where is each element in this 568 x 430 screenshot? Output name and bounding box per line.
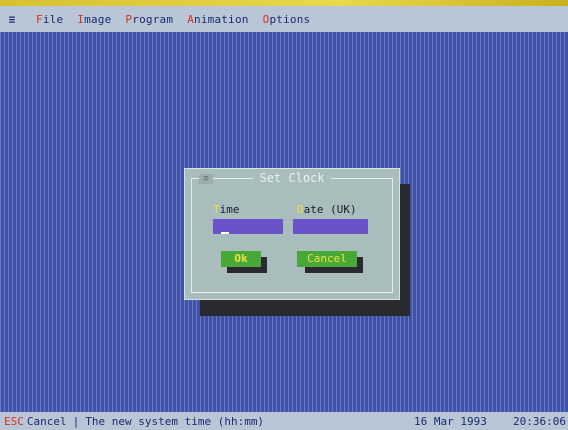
menu-animation-hotkey: A <box>187 12 195 26</box>
system-menu-icon[interactable]: ≡ <box>2 13 22 26</box>
menu-file-label: ile <box>42 12 64 26</box>
text-cursor <box>221 232 229 234</box>
dialog-title-row: ≡ Set Clock <box>185 171 399 185</box>
dialog-close-icon[interactable]: ≡ <box>199 174 213 184</box>
time-label: Time <box>213 203 240 216</box>
status-date: 16 Mar 1993 <box>414 414 487 428</box>
menu-bar: ≡ File Image Program Animation Options <box>0 6 568 32</box>
ok-button[interactable]: Ok <box>221 251 261 267</box>
menu-file[interactable]: File <box>36 13 63 26</box>
esc-key-hint[interactable]: ESC <box>4 415 24 428</box>
menu-options-label: ptions <box>269 12 311 26</box>
date-label: Date (UK) <box>297 203 357 216</box>
dialog-title: Set Clock <box>253 171 331 185</box>
date-label-hotkey: D <box>297 203 304 216</box>
menu-image-label: mage <box>84 12 112 26</box>
status-message: The new system time (hh:mm) <box>85 414 265 428</box>
date-input[interactable] <box>293 219 368 234</box>
status-separator: | <box>72 414 80 428</box>
date-label-text: ate (UK) <box>303 203 357 216</box>
menu-file-hotkey: F <box>36 12 43 26</box>
time-label-hotkey: T <box>213 203 220 216</box>
set-clock-dialog: ≡ Set Clock Time Date (UK) Ok Cancel <box>184 168 400 300</box>
dialog-frame <box>191 178 393 293</box>
menu-image[interactable]: Image <box>77 13 111 26</box>
status-bar: ESC Cancel | The new system time (hh:mm)… <box>0 412 568 430</box>
menu-options[interactable]: Options <box>263 13 311 26</box>
menu-animation-label: nimation <box>194 12 249 26</box>
cancel-button[interactable]: Cancel <box>297 251 357 267</box>
time-label-text: ime <box>219 203 240 216</box>
menu-program[interactable]: Program <box>125 13 173 26</box>
status-clock: 20:36:06 <box>513 414 566 428</box>
menu-program-label: rogram <box>132 12 174 26</box>
menu-animation[interactable]: Animation <box>187 13 248 26</box>
esc-cancel-label[interactable]: Cancel <box>27 415 67 428</box>
